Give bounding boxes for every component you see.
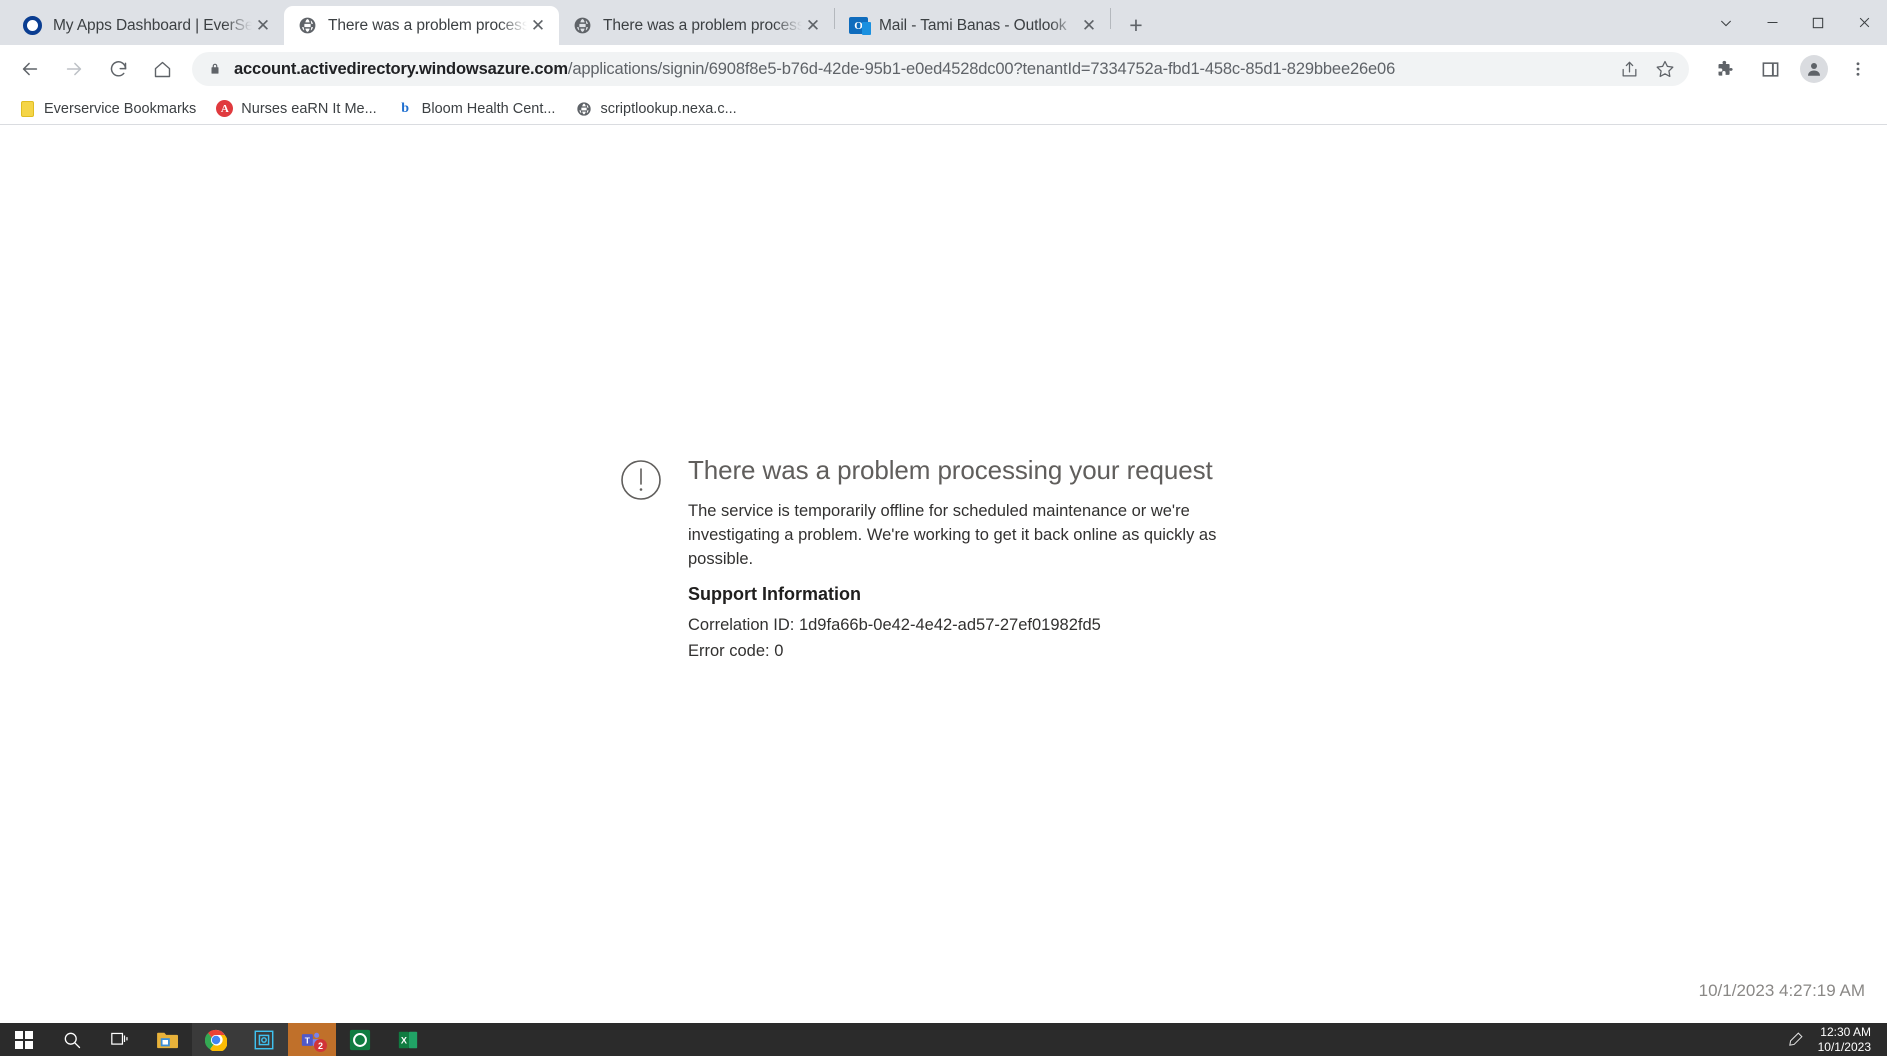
- globe-icon: [298, 16, 317, 35]
- browser-tab-1[interactable]: My Apps Dashboard | EverService ✕: [9, 6, 284, 45]
- svg-text:X: X: [401, 1035, 408, 1045]
- start-icon[interactable]: [0, 1023, 48, 1056]
- page-timestamp: 10/1/2023 4:27:19 AM: [1698, 981, 1865, 1000]
- three-dot-menu-icon[interactable]: [1841, 52, 1875, 86]
- pen-icon[interactable]: [1787, 1031, 1804, 1048]
- browser-tab-3[interactable]: There was a problem processing ✕: [559, 6, 834, 45]
- bookmark-label: Bloom Health Cent...: [421, 100, 556, 117]
- globe-icon: [575, 100, 592, 117]
- bookmark-item-scriptlookup[interactable]: scriptlookup.nexa.c...: [566, 96, 745, 122]
- profile-avatar-icon[interactable]: [1797, 52, 1831, 86]
- puzzle-icon[interactable]: [1709, 52, 1743, 86]
- error-container: There was a problem processing your requ…: [620, 455, 1278, 664]
- teams-badge: 2: [314, 1039, 327, 1052]
- frame-app-icon[interactable]: [240, 1023, 288, 1056]
- tab-title: There was a problem processing: [603, 16, 802, 34]
- nurses-icon: A: [216, 100, 234, 117]
- home-icon[interactable]: [144, 51, 180, 87]
- search-icon[interactable]: [48, 1023, 96, 1056]
- outlook-icon: O: [849, 16, 871, 35]
- bookmarks-bar: Everservice Bookmarks A Nurses eaRN It M…: [0, 93, 1887, 125]
- forward-icon[interactable]: [56, 51, 92, 87]
- teams-icon[interactable]: T 2: [288, 1023, 336, 1056]
- url-host: account.activedirectory.windowsazure.com: [234, 59, 568, 78]
- error-description: The service is temporarily offline for s…: [688, 502, 1217, 569]
- windows-taskbar: T 2 X 12:30 AM 10/1/2023: [0, 1023, 1887, 1056]
- bookmark-label: Everservice Bookmarks: [44, 100, 197, 117]
- globe-icon: [573, 16, 592, 35]
- excel-icon[interactable]: X: [384, 1023, 432, 1056]
- error-code: Error code: 0: [688, 641, 784, 660]
- task-view-icon[interactable]: [96, 1023, 144, 1056]
- green-o-app-icon[interactable]: [336, 1023, 384, 1056]
- url-text: account.activedirectory.windowsazure.com…: [234, 60, 1395, 79]
- browser-window: My Apps Dashboard | EverService ✕ There …: [0, 0, 1887, 1023]
- correlation-id: Correlation ID: 1d9fa66b-0e42-4e42-ad57-…: [688, 615, 1101, 634]
- tab-separator: [1110, 7, 1111, 29]
- address-bar[interactable]: account.activedirectory.windowsazure.com…: [192, 52, 1689, 86]
- bookmark-item-nurses[interactable]: A Nurses eaRN It Me...: [207, 96, 385, 122]
- tab-strip: My Apps Dashboard | EverService ✕ There …: [0, 0, 1887, 45]
- close-tab-icon[interactable]: ✕: [1078, 15, 1100, 37]
- page-title: There was a problem processing your requ…: [688, 455, 1213, 485]
- page-viewport: There was a problem processing your requ…: [0, 125, 1887, 1023]
- tab-title: Mail - Tami Banas - Outlook: [879, 16, 1067, 34]
- ring-icon: [23, 16, 42, 35]
- close-tab-icon[interactable]: ✕: [802, 15, 824, 37]
- svg-text:T: T: [305, 1035, 311, 1045]
- close-tab-icon[interactable]: ✕: [252, 15, 274, 37]
- minimize-button[interactable]: [1749, 0, 1795, 45]
- error-body: There was a problem processing your requ…: [688, 455, 1278, 664]
- file-explorer-icon[interactable]: [144, 1023, 192, 1056]
- new-tab-button[interactable]: +: [1121, 10, 1151, 40]
- exclamation-circle-icon: [620, 459, 662, 501]
- bookmark-label: Nurses eaRN It Me...: [241, 100, 377, 117]
- tab-title: My Apps Dashboard | EverService: [53, 16, 252, 34]
- tab-search-icon[interactable]: [1703, 0, 1749, 45]
- bookmark-item-everservice[interactable]: Everservice Bookmarks: [10, 96, 205, 122]
- maximize-button[interactable]: [1795, 0, 1841, 45]
- taskbar-clock[interactable]: 12:30 AM 10/1/2023: [1818, 1025, 1881, 1055]
- window-controls: [1703, 0, 1887, 45]
- folder-icon: [19, 100, 36, 117]
- back-icon[interactable]: [12, 51, 48, 87]
- bookmark-label: scriptlookup.nexa.c...: [600, 100, 737, 117]
- tab-title: There was a problem processing: [328, 16, 527, 34]
- bookmark-item-bloom[interactable]: b Bloom Health Cent...: [388, 96, 565, 122]
- close-tab-icon[interactable]: ✕: [527, 15, 549, 37]
- chrome-icon[interactable]: [192, 1023, 240, 1056]
- system-tray: 12:30 AM 10/1/2023: [1787, 1023, 1887, 1056]
- browser-tab-2[interactable]: There was a problem processing ✕: [284, 6, 559, 45]
- clock-time: 12:30 AM: [1820, 1024, 1871, 1039]
- lock-icon: [208, 62, 222, 76]
- url-path: /applications/signin/6908f8e5-b76d-42de-…: [567, 59, 1396, 78]
- browser-toolbar: account.activedirectory.windowsazure.com…: [0, 45, 1887, 93]
- close-window-button[interactable]: [1841, 0, 1887, 45]
- share-icon[interactable]: [1608, 60, 1639, 79]
- reload-icon[interactable]: [100, 51, 136, 87]
- bloom-icon: b: [401, 100, 410, 116]
- support-information-heading: Support Information: [688, 583, 861, 604]
- side-panel-icon[interactable]: [1753, 52, 1787, 86]
- bookmark-star-icon[interactable]: [1639, 59, 1675, 79]
- clock-date: 10/1/2023: [1817, 1039, 1871, 1054]
- browser-tab-4[interactable]: O Mail - Tami Banas - Outlook ✕: [835, 6, 1110, 45]
